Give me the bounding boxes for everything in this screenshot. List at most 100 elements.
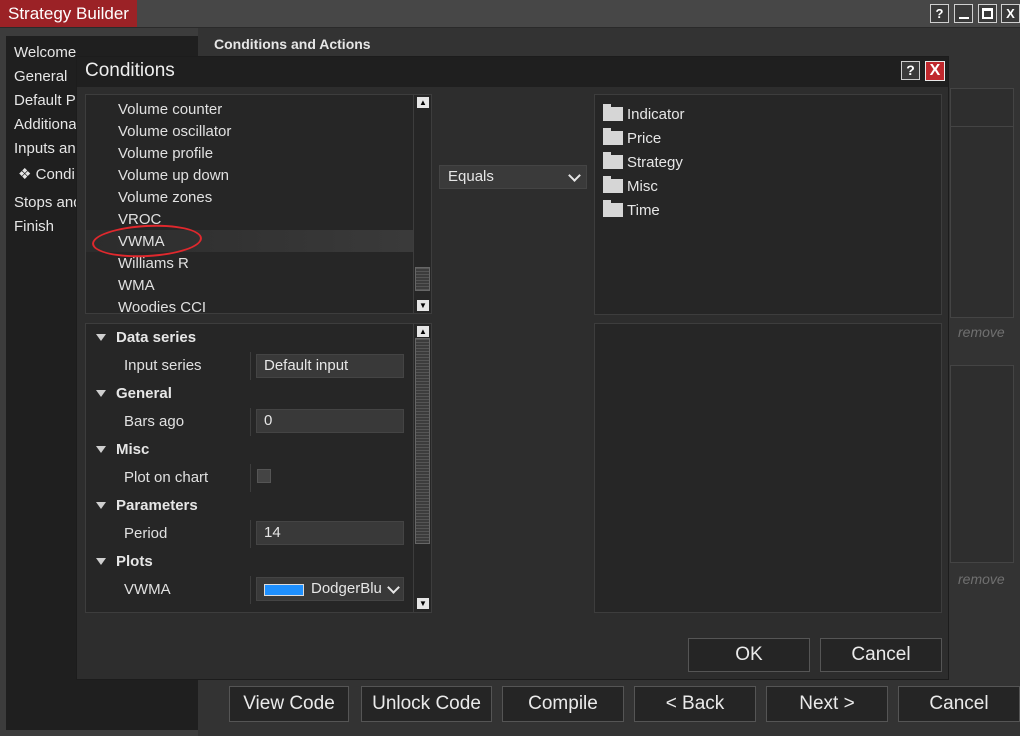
sidebar-item-finish[interactable]: Finish [14,215,54,239]
folder-icon [603,152,623,169]
minimize-button[interactable] [954,4,973,23]
remove-link[interactable]: remove [958,571,1005,587]
minimize-icon [959,17,969,19]
category-partial [86,606,116,612]
folder-icon [603,104,623,121]
scroll-up-icon[interactable]: ▲ [417,97,429,108]
main-titlebar: Strategy Builder ? X [0,0,1020,28]
category-label: Data series [116,329,197,346]
plot-on-chart-label: Plot on chart [124,469,209,486]
period-field[interactable]: 14 [256,521,404,545]
scroll-thumb[interactable] [415,338,430,544]
collapse-triangle-icon[interactable] [96,501,106,509]
list-item[interactable]: Volume up down [118,165,229,187]
compile-button[interactable]: Compile [502,686,624,722]
input-series-label: Input series [124,357,202,374]
property-grid-scrollbar[interactable]: ▲ ▼ [413,324,431,612]
column-divider [250,352,251,380]
tree-item-label: Indicator [627,106,685,123]
collapse-triangle-icon[interactable] [96,557,106,565]
list-item[interactable]: WMA [118,275,155,297]
list-item[interactable]: Volume oscillator [118,121,231,143]
maximize-button[interactable] [978,4,997,23]
window-close-button[interactable]: X [1001,4,1020,23]
sidebar-item-stops-targets[interactable]: Stops and [14,191,82,215]
help-button[interactable]: ? [930,4,949,23]
category-label: General [116,385,172,402]
dialog-title: Conditions [85,60,175,81]
sidebar-item-welcome[interactable]: Welcome [14,41,76,65]
dialog-cancel-button[interactable]: Cancel [820,638,942,672]
remove-link[interactable]: remove [958,324,1005,340]
category-plots[interactable]: Plots [86,550,153,574]
bars-ago-field[interactable]: 0 [256,409,404,433]
scroll-down-icon[interactable]: ▼ [417,598,429,609]
content-heading: Conditions and Actions [214,36,371,52]
scroll-thumb[interactable] [415,267,430,291]
category-parameters[interactable]: Parameters [86,494,198,518]
back-button[interactable]: < Back [634,686,756,722]
operator-select[interactable]: Equals [439,165,587,189]
folder-icon [603,176,623,193]
view-code-button[interactable]: View Code [229,686,349,722]
category-label: Misc [116,441,150,458]
period-label: Period [124,525,168,542]
wizard-cancel-button[interactable]: Cancel [898,686,1020,722]
column-divider [250,576,251,604]
vwma-plot-label: VWMA [124,581,171,598]
column-divider [250,520,251,548]
bars-ago-label: Bars ago [124,413,185,430]
scroll-down-icon[interactable]: ▼ [417,300,429,311]
tree-item-indicator[interactable]: Indicator [603,103,685,127]
tree-item-misc[interactable]: Misc [603,175,658,199]
unlock-code-button[interactable]: Unlock Code [361,686,492,722]
category-data-series[interactable]: Data series [86,326,196,350]
category-label: Plots [116,553,153,570]
tree-item-label: Price [627,130,662,147]
operator-value: Equals [448,168,494,185]
dialog-help-button[interactable]: ? [901,61,920,80]
tree-item-label: Misc [627,178,658,195]
comparison-tree: Indicator Price Strategy Misc Time [594,94,942,315]
next-button[interactable]: Next > [766,686,888,722]
category-general[interactable]: General [86,382,172,406]
dialog-titlebar: Conditions ? X [77,57,948,87]
tree-item-time[interactable]: Time [603,199,660,223]
actions-set-panel [950,365,1014,563]
column-divider [250,464,251,492]
sidebar-item-general[interactable]: General [14,65,67,89]
list-item[interactable]: Volume profile [118,143,213,165]
comparison-property-grid [594,323,942,613]
sidebar-item-additional-data[interactable]: Additional [14,113,80,137]
tree-item-strategy[interactable]: Strategy [603,151,683,175]
ok-button[interactable]: OK [688,638,810,672]
collapse-triangle-icon[interactable] [96,445,106,453]
folder-icon [603,200,623,217]
maximize-icon [982,8,993,19]
app-title: Strategy Builder [0,0,137,27]
scroll-up-icon[interactable]: ▲ [417,326,429,337]
conditions-set-panel [950,126,1014,318]
tree-item-price[interactable]: Price [603,127,661,151]
indicator-list: Volume counter Volume oscillator Volume … [85,94,432,314]
plot-color-select[interactable]: DodgerBlu [256,577,404,601]
chevron-down-icon [387,581,400,594]
color-name: DodgerBlu [311,580,381,597]
indicator-list-scrollbar[interactable]: ▲ ▼ [413,95,431,313]
dialog-close-button[interactable]: X [925,61,945,81]
sidebar-item-inputs-variables[interactable]: Inputs and [14,137,84,161]
list-item[interactable]: Volume zones [118,187,212,209]
chevron-down-icon [568,169,581,182]
collapse-triangle-icon[interactable] [96,333,106,341]
list-item[interactable]: Volume counter [118,99,222,121]
sidebar-item-default-properties[interactable]: Default P [14,89,76,113]
plot-on-chart-checkbox[interactable] [257,469,271,483]
collapse-triangle-icon[interactable] [96,389,106,397]
tree-item-label: Strategy [627,154,683,171]
category-misc[interactable]: Misc [86,438,149,462]
sidebar-item-conditions[interactable]: ❖ Condi [18,163,75,187]
input-series-field[interactable]: Default input [256,354,404,378]
list-item[interactable]: Woodies CCI [118,297,206,313]
column-divider [250,408,251,436]
category-label: Parameters [116,497,198,514]
